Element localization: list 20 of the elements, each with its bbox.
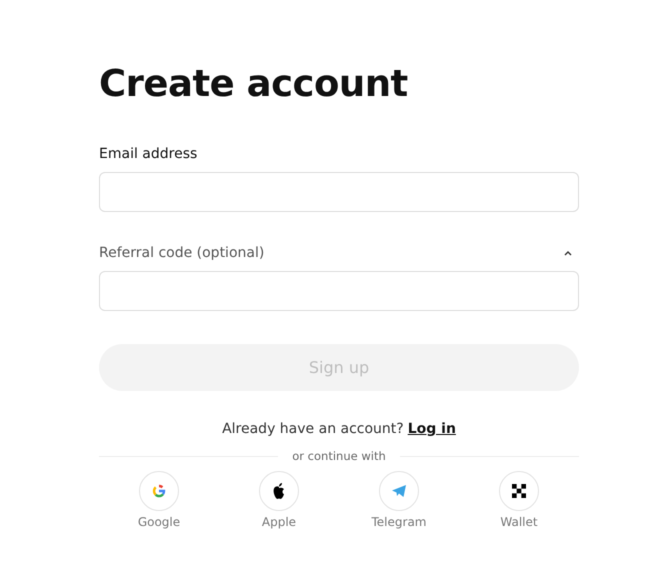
google-icon (151, 483, 167, 499)
log-in-link[interactable]: Log in (408, 421, 456, 437)
option-label: Wallet (500, 515, 538, 529)
telegram-icon (391, 484, 407, 498)
login-prompt: Already have an account? (222, 421, 404, 437)
sign-in-option[interactable]: Apple (219, 471, 339, 529)
field-label: Email address (99, 146, 198, 162)
option-label: Apple (262, 515, 296, 529)
input-field[interactable] (99, 172, 579, 212)
option-label: Google (138, 515, 180, 529)
grid-icon (512, 484, 526, 498)
sign-in-option[interactable]: Telegram (339, 471, 459, 529)
field-label: Referral code (optional) (99, 245, 264, 261)
divider-text: or continue with (292, 449, 386, 463)
sign-in-option[interactable]: Wallet (459, 471, 579, 529)
input-field[interactable] (99, 271, 579, 311)
sign-in-option[interactable]: Google (99, 471, 219, 529)
option-label: Telegram (372, 515, 426, 529)
apple-icon (271, 482, 287, 500)
page-title: Create account (99, 61, 409, 107)
